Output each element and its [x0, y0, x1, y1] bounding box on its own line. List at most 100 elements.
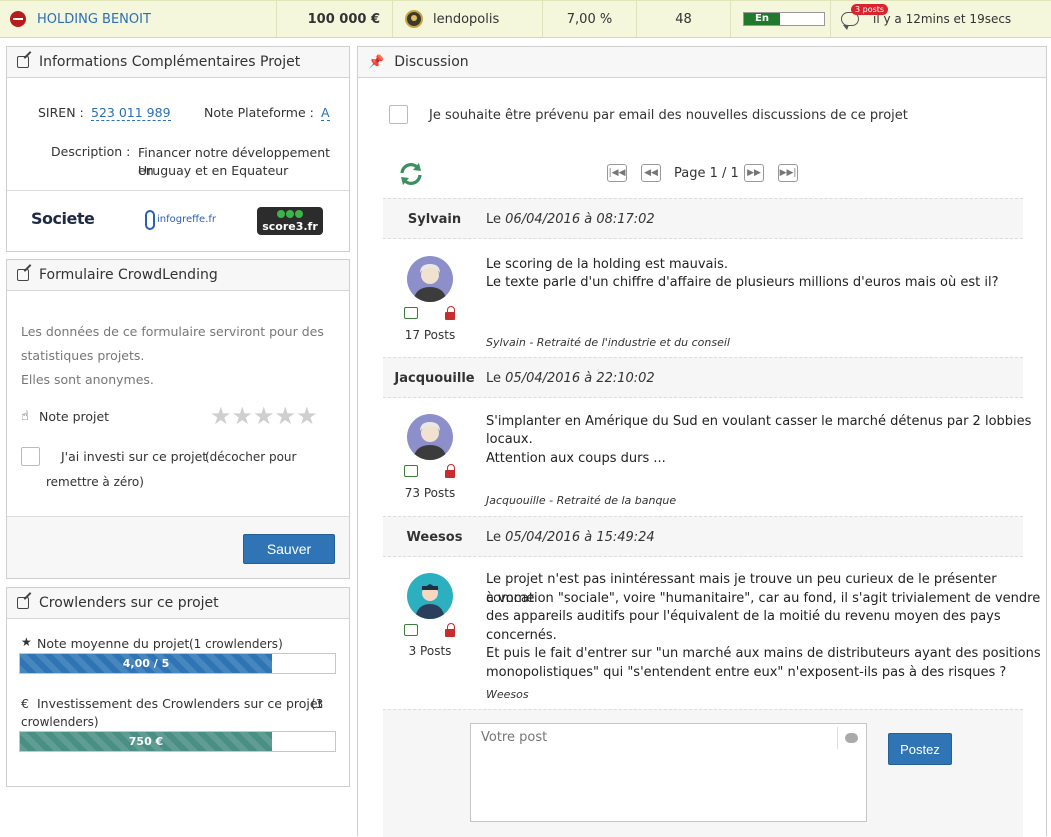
comment-text-line-2: Le texte parle d'un chiffre d'affaire de… — [486, 275, 999, 290]
comment-text-line-1: S'implanter en Amérique du Sud en voulan… — [486, 414, 1032, 429]
comment-text-line-5: Et puis le fait d'entrer sur "un marché … — [486, 646, 1041, 661]
discussion-panel: 📌 Discussion Je souhaite être prévenu pa… — [357, 46, 1047, 837]
rating-star-2[interactable]: ★ — [232, 402, 254, 430]
notify-checkbox[interactable] — [389, 105, 408, 124]
comment-text-line-2: à vocation "sociale", voire "humanitaire… — [486, 591, 1041, 606]
siren-label: SIREN : — [38, 105, 84, 120]
rating-star-3[interactable]: ★ — [253, 402, 275, 430]
crowlenders-panel-header: Crowlenders sur ce projet — [7, 588, 349, 619]
refresh-icon[interactable] — [398, 161, 424, 187]
form-intro-line-2: statistiques projets. — [21, 348, 145, 363]
comment-date: Le 06/04/2016 à 08:17:02 — [486, 212, 655, 227]
societe-logo[interactable]: Societe — [31, 209, 95, 228]
pager-prev-button[interactable]: ◀◀ — [641, 164, 661, 182]
notify-label: Je souhaite être prévenu par email des n… — [429, 108, 908, 123]
save-button[interactable]: Sauver — [243, 534, 335, 564]
duration-cell: 48 — [637, 1, 731, 37]
comment-bubble-icon[interactable]: 3 posts — [841, 4, 889, 30]
rating-star-5[interactable]: ★ — [296, 402, 318, 430]
avatar[interactable] — [407, 414, 453, 460]
score3-logo-box[interactable]: score3.fr — [257, 207, 323, 235]
comment-header: Sylvain Le 06/04/2016 à 08:17:02 — [383, 198, 1023, 239]
crowlenders-panel-title: Crowlenders sur ce projet — [39, 595, 219, 611]
invest-fill: 750 € — [20, 732, 272, 751]
avg-rating-count: (1 crowlenders) — [189, 637, 283, 651]
platform-name: lendopolis — [433, 11, 500, 27]
rating-stars: ★★★★★ — [210, 404, 318, 428]
note-plateforme-label: Note Plateforme : — [204, 105, 314, 120]
comment-header: Jacquouille Le 05/04/2016 à 22:10:02 — [383, 357, 1023, 398]
rating-star-4[interactable]: ★ — [275, 402, 297, 430]
crowdlending-form-panel: Formulaire CrowdLending Les données de c… — [6, 259, 350, 579]
invested-hint-b: remettre à zéro) — [46, 475, 144, 489]
edit-post-icon[interactable] — [404, 307, 418, 319]
project-name-link[interactable]: HOLDING BENOIT — [37, 12, 151, 27]
comment-text-line-3: des appareils auditifs pour l'équivalent… — [486, 609, 1001, 624]
platform-logo-icon — [405, 10, 423, 28]
info-panel: Informations Complémentaires Projet SIRE… — [6, 46, 350, 252]
crowlenders-panel: Crowlenders sur ce projet ★ Note moyenne… — [6, 587, 350, 787]
comment-icon — [845, 733, 858, 743]
edit-post-icon[interactable] — [404, 624, 418, 636]
comment-signature: Weesos — [486, 688, 529, 701]
project-amount: 100 000 € — [307, 11, 380, 27]
invested-checkbox[interactable] — [21, 447, 40, 466]
status-cell: En — [731, 1, 831, 37]
description-label: Description : — [51, 144, 131, 159]
remove-icon[interactable] — [10, 11, 26, 27]
note-plateforme-link[interactable]: A — [321, 105, 330, 121]
comment-signature: Sylvain - Retraité de l'industrie et du … — [486, 336, 730, 349]
comment-header: Weesos Le 05/04/2016 à 15:49:24 — [383, 516, 1023, 557]
description-line-2: Uruguay et en Equateur — [138, 163, 289, 178]
author-posts-count: 3 Posts — [408, 644, 452, 658]
lock-icon[interactable] — [445, 464, 455, 478]
edit-post-icon[interactable] — [404, 465, 418, 477]
comment-text-line-3: Attention aux coups durs ... — [486, 451, 666, 466]
invest-bar: 750 € — [19, 731, 336, 752]
pager-next-button[interactable]: ▶▶ — [744, 164, 764, 182]
infogreffe-logo-icon — [145, 210, 155, 230]
invested-label: J'ai investi sur ce projet — [61, 449, 208, 464]
star-icon: ★ — [21, 635, 32, 649]
discussion-header: 📌 Discussion — [358, 47, 1046, 78]
avg-rating-bar: 4,00 / 5 — [19, 653, 336, 674]
project-row[interactable]: HOLDING BENOIT 100 000 € lendopolis 7,00… — [0, 0, 1051, 38]
funding-status-bar: En — [743, 12, 825, 26]
edit-icon — [17, 56, 29, 68]
comment-author[interactable]: Jacquouille — [383, 371, 486, 386]
siren-link[interactable]: 523 011 989 — [91, 105, 171, 121]
project-name-cell: HOLDING BENOIT — [0, 1, 277, 37]
comment-author[interactable]: Sylvain — [383, 212, 486, 227]
post-textarea[interactable] — [470, 723, 867, 822]
info-panel-title: Informations Complémentaires Projet — [39, 54, 301, 70]
last-post-time: il y a 12mins et 19secs — [873, 12, 1012, 26]
comment-date: Le 05/04/2016 à 15:49:24 — [486, 530, 655, 545]
comment-author[interactable]: Weesos — [383, 530, 486, 545]
project-rate: 7,00 % — [566, 11, 613, 27]
comment-text-line-4: concernés. — [486, 628, 557, 643]
thumbs-up-icon: ☝ — [21, 409, 29, 424]
author-posts-count: 17 Posts — [404, 328, 456, 342]
infogreffe-logo[interactable]: infogreffe.fr — [157, 214, 216, 225]
lock-icon[interactable] — [445, 306, 455, 320]
discussion-title: Discussion — [394, 54, 469, 70]
avatar[interactable] — [407, 573, 453, 619]
comment-signature: Jacquouille - Retraité de la banque — [486, 494, 677, 507]
edit-icon — [17, 269, 29, 281]
posts-badge: 3 posts — [851, 4, 889, 15]
last-post-cell: 3 posts il y a 12mins et 19secs — [831, 1, 1051, 37]
pager-first-button[interactable]: |◀◀ — [607, 164, 627, 182]
avg-rating-fill: 4,00 / 5 — [20, 654, 272, 673]
avatar[interactable] — [407, 256, 453, 302]
post-submit-button[interactable]: Postez — [888, 733, 952, 765]
rating-star-1[interactable]: ★ — [210, 402, 232, 430]
page-indicator: Page 1 / 1 — [674, 166, 739, 181]
score3-logo: score3.fr — [262, 220, 318, 233]
form-intro-line-1: Les données de ce formulaire serviront p… — [21, 324, 324, 339]
comment-text-line-1: Le scoring de la holding est mauvais. — [486, 257, 729, 272]
project-duration: 48 — [675, 11, 692, 27]
pager-last-button[interactable]: ▶▶| — [778, 164, 798, 182]
form-intro-line-3: Elles sont anonymes. — [21, 372, 154, 387]
lock-icon[interactable] — [445, 623, 455, 637]
avg-rating-label: Note moyenne du projet — [37, 636, 190, 651]
